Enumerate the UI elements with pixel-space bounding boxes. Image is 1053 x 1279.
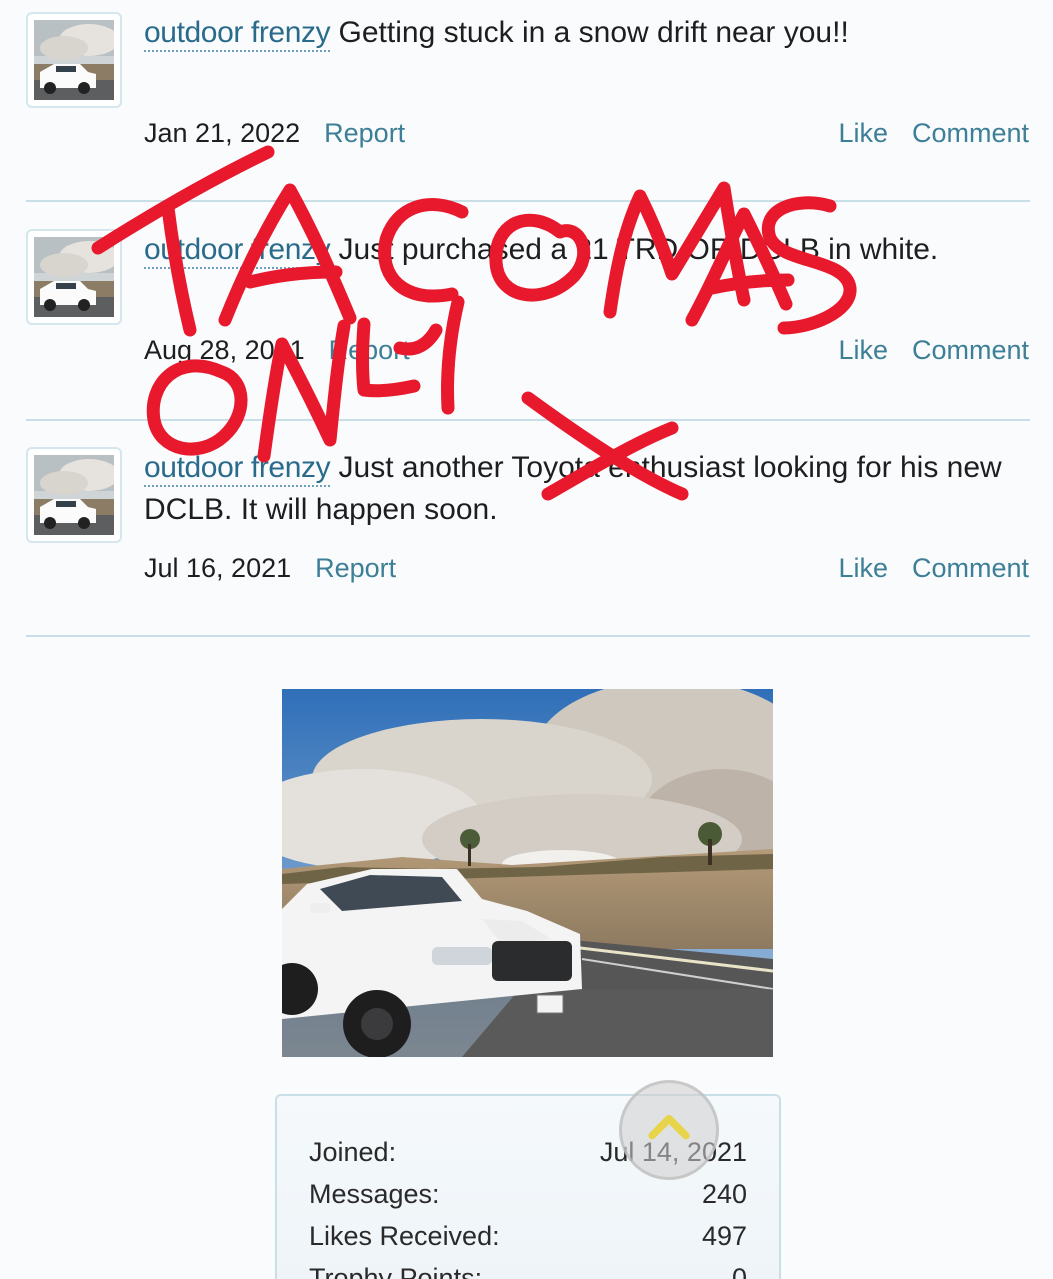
post-meta: Jul 16, 2021 Report <box>144 551 396 585</box>
profile-photo[interactable] <box>282 689 773 1057</box>
post-date: Aug 28, 2021 <box>144 335 305 365</box>
divider <box>26 635 1030 637</box>
post-meta: Jan 21, 2022 Report <box>144 116 405 150</box>
stat-label: Likes Received: <box>309 1221 500 1251</box>
red-scribble-overlay <box>91 145 857 501</box>
post-date: Jul 16, 2021 <box>144 553 292 583</box>
chevron-up-icon <box>648 1114 690 1140</box>
username-link[interactable]: outdoor frenzy <box>144 16 331 52</box>
post-actions: Like Comment <box>814 116 1029 150</box>
like-link[interactable]: Like <box>838 335 888 365</box>
comment-link[interactable]: Comment <box>912 335 1029 365</box>
post-actions: Like Comment <box>814 333 1029 367</box>
truck-photo-image <box>282 689 773 1057</box>
stat-label: Trophy Points: <box>309 1263 483 1279</box>
avatar-image <box>34 237 114 317</box>
avatar[interactable] <box>26 447 122 543</box>
like-link[interactable]: Like <box>838 118 888 148</box>
stat-label: Messages: <box>309 1179 440 1209</box>
comment-link[interactable]: Comment <box>912 118 1029 148</box>
stat-value[interactable]: 0 <box>732 1258 747 1279</box>
report-link[interactable]: Report <box>329 335 410 365</box>
stat-label: Joined: <box>309 1137 397 1167</box>
post-date: Jan 21, 2022 <box>144 118 301 148</box>
post-body: Getting stuck in a snow drift near you!! <box>338 16 849 49</box>
post-actions: Like Comment <box>814 551 1029 585</box>
divider <box>26 419 1030 421</box>
report-link[interactable]: Report <box>324 118 405 148</box>
stat-value: 497 <box>701 1221 747 1251</box>
post-body: Just purchased a 21 TRD OR DCLB in white… <box>338 233 939 266</box>
username-link[interactable]: outdoor frenzy <box>144 233 331 269</box>
post-message: outdoor frenzy Just another Toyota enthu… <box>144 447 1034 531</box>
username-link[interactable]: outdoor frenzy <box>144 451 331 487</box>
like-link[interactable]: Like <box>838 553 888 583</box>
report-link[interactable]: Report <box>315 553 396 583</box>
profile-page: outdoor frenzy Getting stuck in a snow d… <box>0 0 1053 1279</box>
stat-value[interactable]: 240 <box>702 1174 747 1214</box>
divider <box>26 200 1030 202</box>
avatar[interactable] <box>26 12 122 108</box>
avatar-image <box>34 455 114 535</box>
scroll-to-top-button[interactable] <box>619 1080 719 1180</box>
stat-row-likes: Likes Received: 497 <box>309 1216 747 1256</box>
stat-row-messages: Messages: 240 <box>309 1174 747 1214</box>
avatar[interactable] <box>26 229 122 325</box>
avatar-image <box>34 20 114 100</box>
post-message: outdoor frenzy Getting stuck in a snow d… <box>144 12 1034 54</box>
comment-link[interactable]: Comment <box>912 553 1029 583</box>
stat-row-trophy: Trophy Points: 0 <box>309 1258 747 1279</box>
post-message: outdoor frenzy Just purchased a 21 TRD O… <box>144 229 1034 271</box>
post-meta: Aug 28, 2021 Report <box>144 333 410 367</box>
